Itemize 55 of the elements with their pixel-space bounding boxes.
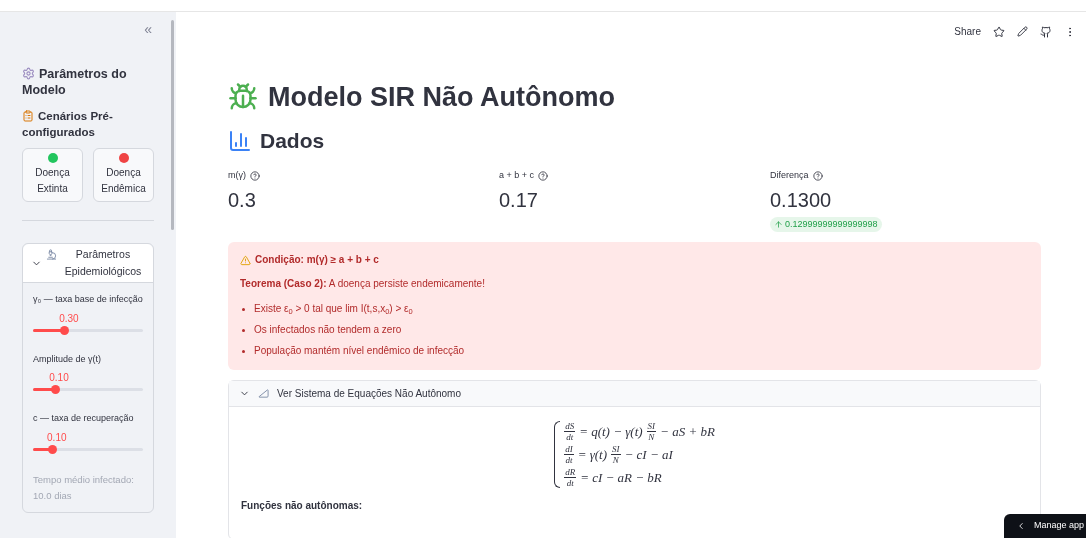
- slider-label: Amplitude de γ(t): [33, 352, 103, 366]
- subheading: Funções não autônomas:: [241, 499, 364, 513]
- equation-term: = q(t) − γ(t): [579, 422, 643, 441]
- caption-text: Tempo médio infectado: 10.0 dias: [33, 472, 135, 503]
- chevron-icon: [1016, 521, 1026, 531]
- sidebar-title: Parâmetros do Modelo: [22, 66, 128, 98]
- bullet-item: Existe ε$_{0}$ > 0 tal que lim I(t,s,x$_{0}$) > ε$_{0}$: [254, 302, 413, 318]
- gear-icon: [22, 67, 35, 80]
- bullet-item: Os infectados não tendem a zero: [254, 323, 402, 337]
- microscope-icon: [46, 249, 57, 260]
- clipboard-icon: [22, 110, 34, 122]
- metric-value: 0.17: [499, 187, 538, 213]
- arrow-up-icon: [774, 219, 783, 229]
- scenario-button[interactable]: Doença Endêmica: [93, 148, 154, 202]
- help-icon: [538, 170, 549, 181]
- metric-label: a + b + c: [499, 169, 549, 183]
- equation-term: − aS + bR: [660, 422, 715, 441]
- scenarios-heading: Cenários Pré-configurados: [22, 109, 114, 140]
- section-heading: Dados: [228, 127, 1041, 155]
- edit-icon[interactable]: [1017, 26, 1028, 37]
- warning-icon: [240, 254, 251, 266]
- slider-thumb[interactable]: [50, 385, 60, 394]
- slider-value: 0.30: [59, 311, 79, 326]
- github-icon[interactable]: [1040, 25, 1052, 38]
- fraction: dR dt: [564, 467, 577, 488]
- help-icon: [812, 170, 823, 181]
- collapse-sidebar-button[interactable]: «: [144, 22, 152, 36]
- slider-label: γ₀ — taxa base de infecção: [33, 293, 143, 306]
- slider-label: c — taxa de recuperação: [33, 412, 135, 425]
- bar-chart-icon: [228, 129, 252, 153]
- expander-header[interactable]: Parâmetros Epidemiológicos: [23, 244, 153, 283]
- equation-term: = γ(t): [577, 445, 608, 464]
- manage-app-button[interactable]: Manage app: [1004, 514, 1086, 538]
- slider-value: 0.10: [49, 371, 69, 385]
- slider-thumb[interactable]: [60, 325, 70, 335]
- equation-term: − cI − aI: [624, 445, 673, 464]
- theorem-text: Teorema (Caso 2): A doença persiste endemicamente!: [240, 277, 486, 291]
- expander-header[interactable]: Ver Sistema de Equações Não Autônomo: [229, 381, 1040, 407]
- metric-label: m(γ): [228, 169, 260, 183]
- metric-value: 0.1300: [770, 187, 832, 213]
- fraction: SI N: [646, 421, 657, 442]
- page-title: Modelo SIR Não Autônomo: [228, 79, 1041, 115]
- equation-term: = cI − aR − bR: [580, 468, 662, 487]
- alert-heading: Condição: m(γ) ≥ a + b + c: [240, 252, 1029, 268]
- metric-label: Diferença: [770, 169, 823, 183]
- scenario-button[interactable]: Doença Extinta: [22, 148, 83, 202]
- help-icon: [250, 170, 260, 181]
- slider-value: 0.10: [47, 430, 67, 445]
- star-icon[interactable]: [993, 25, 1005, 38]
- bullet-item: População mantém nível endêmico de infecção: [254, 344, 465, 358]
- metric-value: 0.3: [228, 187, 256, 213]
- metric-delta: 0.12999999999999998: [770, 216, 882, 232]
- fraction: SI N: [611, 444, 621, 465]
- share-button[interactable]: Share: [954, 24, 981, 39]
- slider-thumb[interactable]: [48, 444, 58, 454]
